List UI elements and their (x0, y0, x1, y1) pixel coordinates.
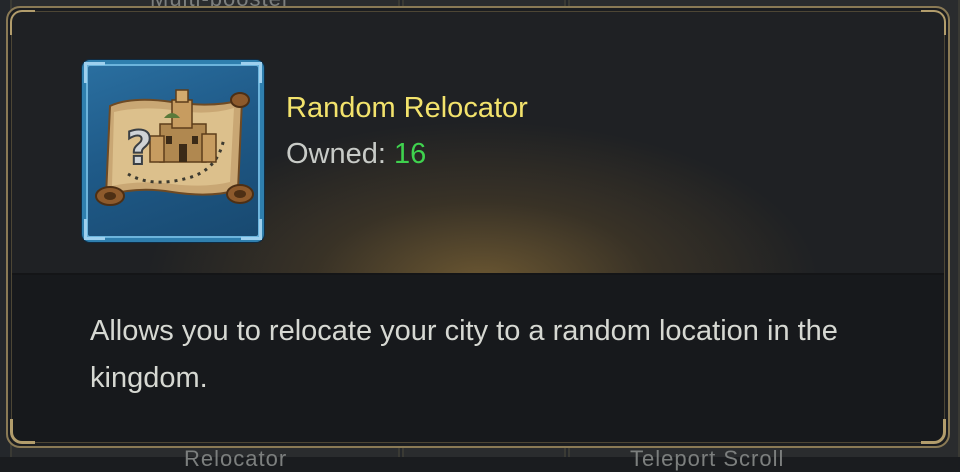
svg-text:?: ? (126, 121, 153, 175)
panel-corner-ornament (921, 419, 946, 444)
background-bottom-label-left: Relocator (184, 446, 288, 471)
item-tooltip-panel: ? Random Relocator Owned: 16 Allows you … (6, 6, 950, 448)
frame-corner (84, 219, 105, 240)
owned-count-value: 16 (394, 138, 427, 170)
owned-label: Owned: (286, 138, 394, 170)
item-title: Random Relocator (286, 92, 528, 124)
owned-count-row: Owned: 16 (286, 138, 426, 171)
treasure-map-city-question-icon: ? (95, 89, 254, 206)
header-divider (12, 273, 944, 275)
panel-corner-ornament (10, 419, 35, 444)
frame-corner (241, 219, 262, 240)
item-icon-frame: ? (82, 60, 264, 242)
item-description: Allows you to relocate your city to a ra… (90, 315, 838, 394)
background-bottom-label-right: Teleport Scroll (630, 446, 785, 471)
